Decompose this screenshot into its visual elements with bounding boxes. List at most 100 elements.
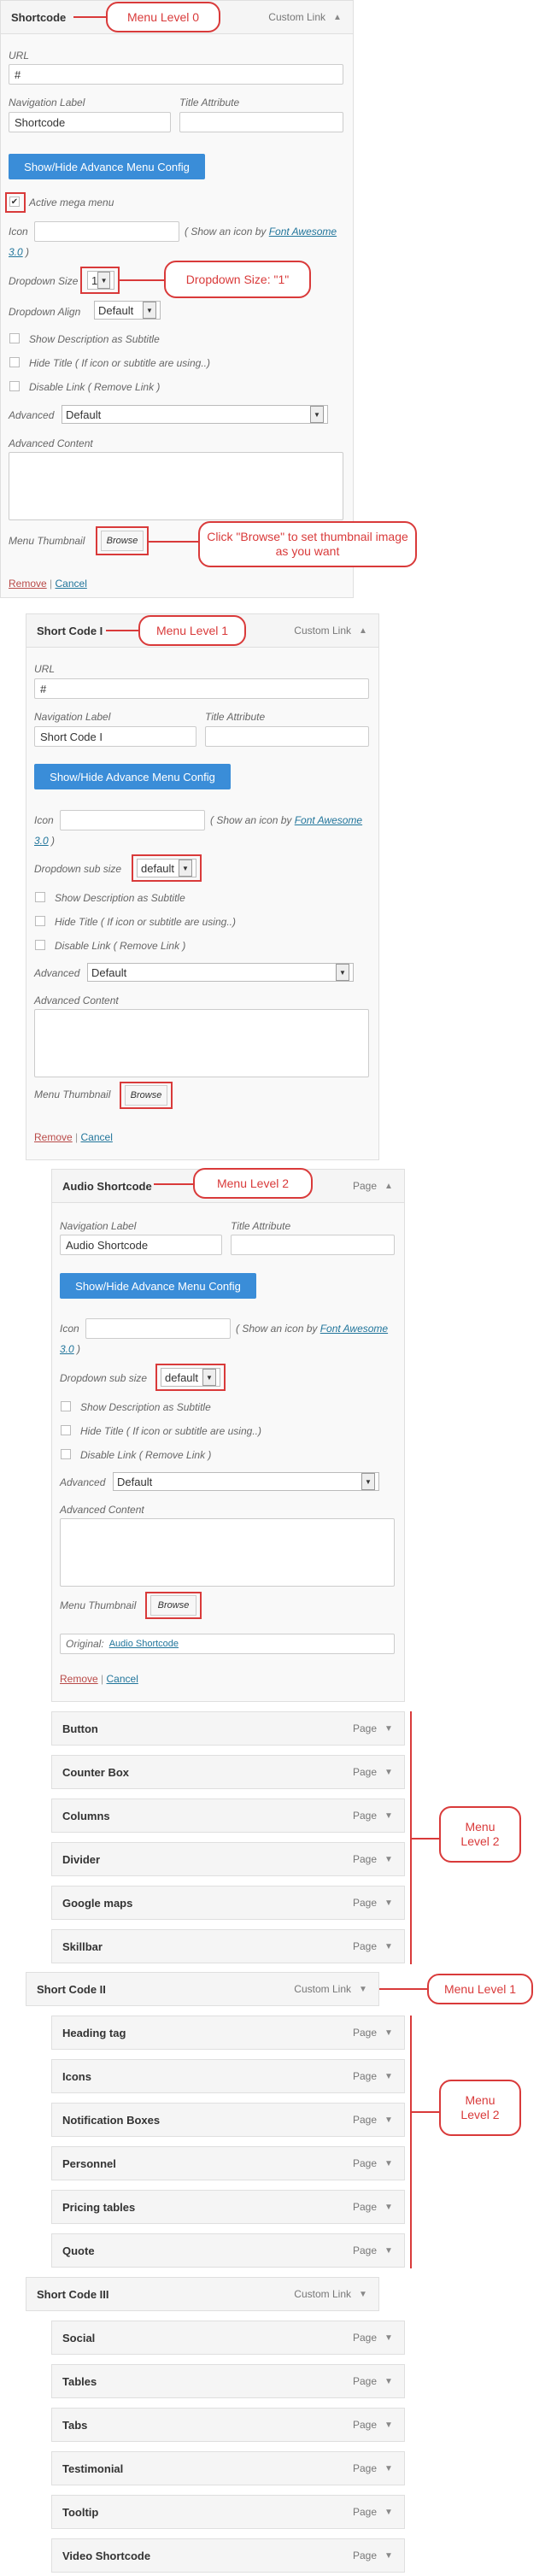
menu-item-notification-boxes[interactable]: Notification Boxes Page ▼ [51,2103,405,2137]
title-attr-input[interactable] [231,1235,395,1255]
icon-close-paren: ) [73,1343,81,1355]
font-awesome-version-link[interactable]: 3.0 [9,246,23,258]
expand-arrow-icon[interactable]: ▼ [384,2551,394,2561]
expand-arrow-icon[interactable]: ▼ [384,1811,394,1821]
original-link[interactable]: Audio Shortcode [109,1639,179,1649]
show-desc-checkbox[interactable] [9,333,20,343]
menu-item-heading-tag[interactable]: Heading tag Page ▼ [51,2016,405,2050]
menu-item-personnel[interactable]: Personnel Page ▼ [51,2146,405,2180]
icon-input[interactable] [85,1318,231,1339]
expand-arrow-icon[interactable]: ▼ [384,2508,394,2517]
expand-arrow-icon[interactable]: ▼ [384,2159,394,2168]
disable-link-checkbox[interactable] [35,940,45,950]
active-mega-checkbox[interactable]: ✔ [9,197,20,207]
expand-arrow-icon[interactable]: ▼ [358,2290,368,2299]
nav-label-input[interactable]: Short Code I [34,726,196,747]
menu-item-skillbar[interactable]: Skillbar Page ▼ [51,1929,405,1963]
remove-link[interactable]: Remove [34,1131,73,1143]
menu-item-testimonial[interactable]: Testimonial Page ▼ [51,2451,405,2485]
menu-item-tables[interactable]: Tables Page ▼ [51,2364,405,2398]
expand-arrow-icon[interactable]: ▼ [384,2421,394,2430]
menu-item-short-code-ii[interactable]: Short Code II Custom Link ▼ [26,1972,379,2006]
callout-connector [410,2111,441,2113]
advanced-content-textarea[interactable] [9,452,343,520]
collapse-arrow-icon[interactable]: ▲ [358,626,368,636]
menu-item-title: Pricing tables [62,2200,136,2214]
advance-config-button[interactable]: Show/Hide Advance Menu Config [60,1273,256,1299]
advanced-value: Default [91,965,127,979]
menu-item-button[interactable]: Button Page ▼ [51,1711,405,1746]
advance-config-button[interactable]: Show/Hide Advance Menu Config [9,154,205,179]
font-awesome-link[interactable]: Font Awesome [320,1323,388,1335]
title-attr-input[interactable] [179,112,343,132]
remove-link[interactable]: Remove [60,1673,98,1685]
menu-item-tooltip[interactable]: Tooltip Page ▼ [51,2495,405,2529]
expand-arrow-icon[interactable]: ▼ [384,2072,394,2081]
dropdown-sub-size-select[interactable]: default ▼ [161,1368,220,1387]
advanced-select[interactable]: Default ▼ [87,963,354,982]
nav-label-input[interactable]: Shortcode [9,112,171,132]
show-desc-checkbox[interactable] [61,1401,71,1411]
expand-arrow-icon[interactable]: ▼ [384,1898,394,1908]
menu-item-google-maps[interactable]: Google maps Page ▼ [51,1886,405,1920]
menu-item-video-shortcode[interactable]: Video Shortcode Page ▼ [51,2538,405,2573]
font-awesome-version-link[interactable]: 3.0 [34,835,49,847]
dropdown-align-select[interactable]: Default ▼ [94,301,161,320]
disable-link-checkbox[interactable] [61,1449,71,1459]
icon-input[interactable] [34,221,179,242]
hide-title-checkbox[interactable] [35,916,45,926]
expand-arrow-icon[interactable]: ▼ [384,1724,394,1734]
nav-label-input[interactable]: Audio Shortcode [60,1235,222,1255]
font-awesome-link[interactable]: Font Awesome [269,226,337,238]
expand-arrow-icon[interactable]: ▼ [384,2203,394,2212]
cancel-link[interactable]: Cancel [107,1673,138,1685]
menu-item-columns[interactable]: Columns Page ▼ [51,1799,405,1833]
cancel-link[interactable]: Cancel [56,578,87,590]
advanced-select[interactable]: Default ▼ [113,1472,379,1491]
icon-label: Icon [34,814,54,826]
menu-item-divider[interactable]: Divider Page ▼ [51,1842,405,1876]
expand-arrow-icon[interactable]: ▼ [358,1985,368,1994]
expand-arrow-icon[interactable]: ▼ [384,2377,394,2386]
browse-button[interactable]: Browse [101,531,144,551]
icon-input[interactable] [60,810,205,830]
browse-button[interactable]: Browse [125,1085,167,1106]
disable-link-checkbox[interactable] [9,381,20,391]
url-input[interactable]: # [9,64,343,85]
expand-arrow-icon[interactable]: ▼ [384,1855,394,1864]
show-desc-checkbox[interactable] [35,892,45,902]
menu-item-title: Tabs [62,2418,88,2432]
collapse-arrow-icon[interactable]: ▲ [332,13,343,22]
menu-item-social[interactable]: Social Page ▼ [51,2321,405,2355]
advanced-content-textarea[interactable] [60,1518,395,1587]
expand-arrow-icon[interactable]: ▼ [384,2115,394,2125]
font-awesome-link[interactable]: Font Awesome [295,814,362,826]
menu-item-icons[interactable]: Icons Page ▼ [51,2059,405,2093]
expand-arrow-icon[interactable]: ▼ [384,1942,394,1951]
menu-item-short-code-iii[interactable]: Short Code III Custom Link ▼ [26,2277,379,2311]
remove-link[interactable]: Remove [9,578,47,590]
browse-button[interactable]: Browse [150,1595,196,1616]
dropdown-size-value: 1 [91,273,98,287]
hide-title-checkbox[interactable] [61,1425,71,1435]
advanced-content-textarea[interactable] [34,1009,369,1077]
menu-item-quote[interactable]: Quote Page ▼ [51,2233,405,2268]
expand-arrow-icon[interactable]: ▼ [384,2028,394,2038]
url-input[interactable]: # [34,678,369,699]
dropdown-sub-size-select[interactable]: default ▼ [137,859,196,877]
menu-item-counter-box[interactable]: Counter Box Page ▼ [51,1755,405,1789]
cancel-link[interactable]: Cancel [81,1131,113,1143]
expand-arrow-icon[interactable]: ▼ [384,2246,394,2256]
expand-arrow-icon[interactable]: ▼ [384,2464,394,2473]
font-awesome-version-link[interactable]: 3.0 [60,1343,74,1355]
advanced-select[interactable]: Default ▼ [62,405,328,424]
collapse-arrow-icon[interactable]: ▲ [384,1182,394,1191]
hide-title-checkbox[interactable] [9,357,20,367]
menu-item-pricing-tables[interactable]: Pricing tables Page ▼ [51,2190,405,2224]
title-attr-input[interactable] [205,726,369,747]
dropdown-size-select[interactable]: 1 ▼ [87,271,114,290]
menu-item-tabs[interactable]: Tabs Page ▼ [51,2408,405,2442]
advance-config-button[interactable]: Show/Hide Advance Menu Config [34,764,231,789]
expand-arrow-icon[interactable]: ▼ [384,2333,394,2343]
expand-arrow-icon[interactable]: ▼ [384,1768,394,1777]
